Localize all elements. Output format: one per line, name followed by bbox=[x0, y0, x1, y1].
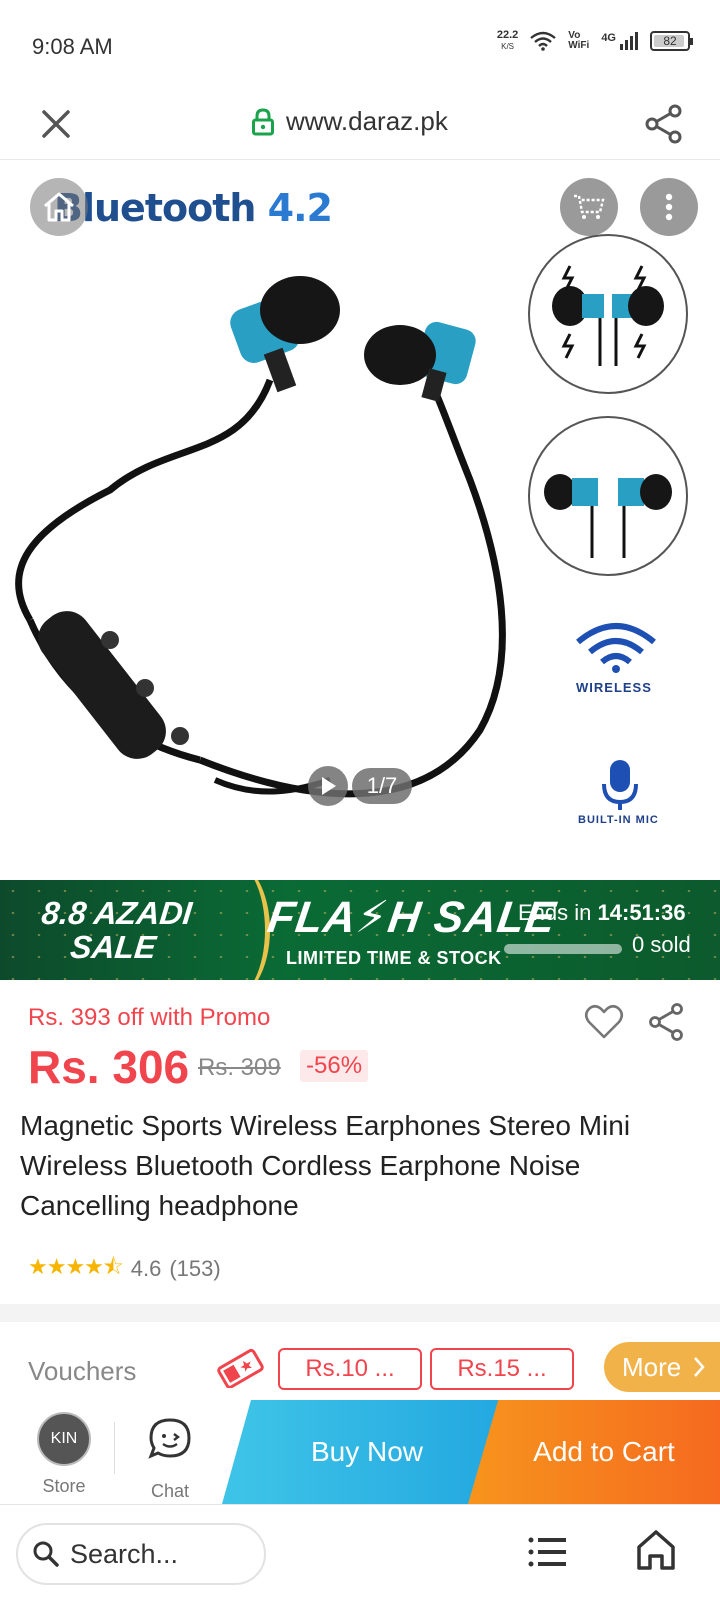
home-icon bbox=[44, 192, 74, 222]
review-count: (153) bbox=[169, 1256, 221, 1281]
chevron-right-icon bbox=[694, 1357, 705, 1377]
wireless-label: WIRELESS bbox=[576, 680, 652, 695]
search-icon bbox=[33, 1541, 59, 1567]
feature-thumb-magnetic bbox=[528, 234, 688, 394]
more-options-button[interactable] bbox=[640, 178, 698, 236]
sold-progress-bar bbox=[504, 944, 622, 954]
countdown: Ends in 14:51:36 bbox=[518, 900, 686, 926]
voucher-chip-1[interactable]: Rs.10 ... bbox=[278, 1348, 422, 1390]
product-title: Magnetic Sports Wireless Earphones Stere… bbox=[20, 1110, 631, 1221]
bluetooth-headline-version: 4.2 bbox=[267, 186, 333, 230]
campaign-line-1: 8.8 AZADI bbox=[39, 895, 194, 931]
network-speed-unit: K/S bbox=[501, 42, 515, 51]
flash-sale-banner[interactable]: 8.8 AZADI SALE FLA⚡H SALE LIMITED TIME &… bbox=[0, 880, 720, 980]
product-action-bar: KIN Store Chat Buy Now Add to Cart bbox=[0, 1400, 720, 1504]
share-icon[interactable] bbox=[646, 1002, 686, 1042]
rating-value: 4.6 bbox=[130, 1256, 162, 1281]
wifi-icon bbox=[530, 31, 557, 51]
lock-icon bbox=[252, 107, 274, 135]
signal-icon: 4G bbox=[601, 32, 638, 50]
close-icon[interactable] bbox=[36, 104, 76, 144]
wireless-icon bbox=[576, 623, 656, 673]
chat-button[interactable]: Chat bbox=[140, 1412, 200, 1502]
built-in-mic-label: BUILT-IN MIC bbox=[578, 814, 659, 826]
play-icon bbox=[322, 777, 336, 795]
url-text: www.daraz.pk bbox=[286, 106, 448, 136]
countdown-time: 14:51:36 bbox=[597, 900, 686, 925]
earbuds-icon bbox=[544, 474, 672, 558]
battery-level: 82 bbox=[663, 34, 677, 48]
earphones-illustration bbox=[15, 276, 506, 798]
status-bar: 9:08 AM 22.2 K/S Vo WiFi 4G 82 bbox=[0, 0, 720, 88]
product-rating[interactable]: ★★★★⯪ 4.6 (153) bbox=[28, 1250, 221, 1288]
more-vertical-icon bbox=[665, 193, 673, 221]
flash-sale-subtitle: LIMITED TIME & STOCK bbox=[286, 948, 502, 968]
browser-bottom-nav: Search... bbox=[0, 1504, 720, 1600]
cart-button[interactable] bbox=[560, 178, 618, 236]
voucher-chip-2[interactable]: Rs.15 ... bbox=[430, 1348, 574, 1390]
list-menu-icon[interactable] bbox=[528, 1535, 568, 1569]
campaign-line-2: SALE bbox=[68, 929, 158, 965]
search-input[interactable]: Search... bbox=[16, 1523, 266, 1585]
more-vouchers-button[interactable]: More bbox=[604, 1342, 720, 1392]
campaign-name: 8.8 AZADI SALE bbox=[36, 895, 194, 965]
voucher-ticket-icon bbox=[217, 1348, 264, 1388]
status-icons: 22.2 K/S Vo WiFi 4G 82 bbox=[497, 30, 693, 52]
vowifi-bottom: WiFi bbox=[568, 40, 590, 51]
home-icon[interactable] bbox=[636, 1529, 676, 1571]
current-price: Rs. 306 bbox=[28, 1041, 190, 1093]
network-type: 4G bbox=[601, 32, 616, 44]
network-speed: 22.2 K/S bbox=[497, 30, 518, 52]
more-vouchers-label: More bbox=[622, 1351, 682, 1382]
chat-icon bbox=[148, 1418, 191, 1459]
promo-text[interactable]: Rs. 393 off with Promo bbox=[28, 1004, 270, 1032]
vowifi-indicator: Vo WiFi bbox=[568, 31, 589, 51]
image-counter: 1/7 bbox=[352, 768, 412, 804]
home-button[interactable] bbox=[30, 178, 88, 236]
browser-toolbar: www.daraz.pk bbox=[0, 88, 720, 160]
add-to-cart-button[interactable]: Add to Cart bbox=[468, 1400, 720, 1504]
section-divider bbox=[0, 1304, 720, 1322]
sold-count: 0 sold bbox=[632, 932, 691, 957]
status-time: 9:08 AM bbox=[32, 34, 113, 59]
share-icon[interactable] bbox=[642, 102, 686, 146]
countdown-label: Ends in bbox=[518, 900, 592, 925]
cart-icon bbox=[574, 194, 605, 219]
network-speed-value: 22.2 bbox=[496, 29, 519, 41]
feature-thumb-earbuds bbox=[528, 416, 688, 576]
store-logo-icon: KIN bbox=[37, 1412, 91, 1466]
flash-sale-title: FLA⚡H SALE bbox=[264, 893, 560, 942]
original-price: Rs. 309 bbox=[198, 1054, 281, 1081]
play-video-button[interactable] bbox=[308, 766, 348, 806]
action-divider bbox=[114, 1422, 115, 1474]
vouchers-label: Vouchers bbox=[28, 1356, 137, 1386]
discount-badge: -56% bbox=[300, 1050, 369, 1082]
buy-now-button[interactable]: Buy Now bbox=[222, 1400, 512, 1504]
store-label: Store bbox=[42, 1476, 86, 1496]
magnetic-earphones-icon bbox=[552, 265, 664, 366]
decorative-arc bbox=[190, 880, 270, 980]
store-button[interactable]: KIN Store bbox=[34, 1412, 94, 1497]
microphone-icon bbox=[602, 760, 638, 810]
chat-label: Chat bbox=[150, 1481, 190, 1501]
rating-stars-icon: ★★★★⯪ bbox=[28, 1254, 124, 1279]
search-placeholder: Search... bbox=[70, 1538, 179, 1569]
url-display[interactable]: www.daraz.pk bbox=[252, 106, 448, 137]
wishlist-heart-icon[interactable] bbox=[584, 1004, 624, 1040]
battery-icon: 82 bbox=[650, 31, 693, 51]
product-image-gallery[interactable]: Bluetooth 4.2 WIRELESS BUILT-IN MIC 1/7 bbox=[0, 160, 720, 880]
store-logo-text: KIN bbox=[50, 1430, 78, 1447]
